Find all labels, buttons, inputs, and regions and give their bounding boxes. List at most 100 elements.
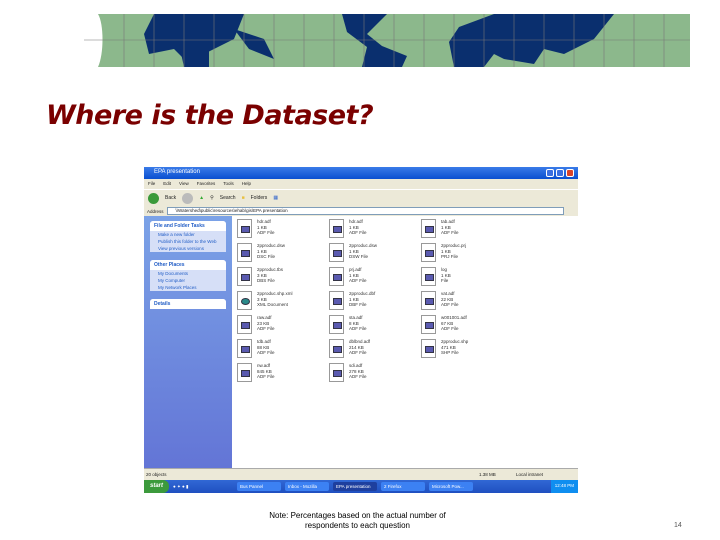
xml-file-icon [237, 291, 252, 310]
note-line-2: respondents to each question [305, 521, 410, 530]
taskbar-button-active[interactable]: EPA presentation [333, 482, 378, 491]
file-type: ADF File [257, 326, 275, 331]
file-icon [329, 315, 344, 334]
file-item[interactable]: 2pproduc.dbf 1 KB DBF File [329, 291, 419, 313]
file-item[interactable]: 2pproduc.prj 1 KB PRJ File [421, 243, 511, 265]
menu-file[interactable]: File [148, 181, 155, 187]
place-network[interactable]: My Network Places [150, 284, 226, 291]
taskbar-button[interactable]: 2 Firefox [381, 482, 426, 491]
maximize-button[interactable] [556, 169, 564, 177]
file-type: SHP File [441, 350, 459, 355]
file-name: 2pproduc.dsw [257, 243, 286, 248]
file-item[interactable]: nw.adf 845 KB ADF File [237, 363, 327, 385]
place-my-computer[interactable]: My Computer [150, 277, 226, 284]
task-publish[interactable]: Publish this folder to the Web [150, 238, 226, 245]
places-title[interactable]: Other Places [150, 260, 226, 270]
file-type: ADF File [257, 374, 275, 379]
file-icon [237, 363, 252, 382]
folders-button[interactable]: Folders [251, 195, 268, 201]
file-item[interactable]: tab.adf 1 KB ADF File [421, 219, 511, 241]
menu-favorites[interactable]: Favorites [197, 181, 216, 187]
menu-view[interactable]: View [179, 181, 189, 187]
file-item[interactable]: w001001.adf 67 KB ADF File [421, 315, 511, 337]
page-number: 14 [674, 522, 682, 529]
file-item[interactable]: dblbnd.adf 214 KB ADF File [329, 339, 419, 361]
title-bar: EPA presentation [144, 167, 578, 179]
search-icon: ⚲ [210, 195, 214, 201]
file-name: 2pproduc.prj [441, 243, 467, 248]
menu-edit[interactable]: Edit [163, 181, 171, 187]
views-icon[interactable]: ▦ [273, 195, 278, 201]
file-item[interactable]: raw.adf 23 KB ADF File [237, 315, 327, 337]
toolbar: Back ▲ ⚲ Search ■ Folders ▦ [144, 189, 578, 206]
file-item[interactable]: 2pproduc.shp 471 KB SHP File [421, 339, 511, 361]
file-icon [237, 315, 252, 334]
file-icon [329, 267, 344, 286]
footnote: Note: Percentages based on the actual nu… [250, 511, 465, 531]
address-input[interactable]: \\Watershed\public\resources\ehab\gis\EP… [166, 207, 564, 215]
file-item[interactable]: tdb.adf 88 KB ADF File [237, 339, 327, 361]
task-pane: File and Folder Tasks Make a new folder … [144, 216, 232, 468]
file-icon [329, 363, 344, 382]
details-title[interactable]: Details [150, 299, 226, 309]
task-previous-versions[interactable]: View previous versions [150, 245, 226, 252]
tasks-title[interactable]: File and Folder Tasks [150, 221, 226, 231]
file-icon [329, 339, 344, 358]
file-icon [421, 315, 436, 334]
file-folder-tasks: File and Folder Tasks Make a new folder … [150, 221, 226, 252]
file-type: ADF File [349, 350, 367, 355]
back-icon[interactable] [148, 192, 159, 204]
address-label: Address [147, 208, 164, 214]
file-item[interactable]: sdi.adf 278 KB ADF File [329, 363, 419, 385]
forward-icon[interactable] [182, 192, 194, 204]
file-icon [329, 243, 344, 262]
slide-title: Where is the Dataset? [46, 100, 374, 131]
file-icon [421, 267, 436, 286]
file-icon [237, 243, 252, 262]
file-type: ADF File [257, 350, 275, 355]
menu-help[interactable]: Help [242, 181, 251, 187]
file-name: 2pproduc.dsw [349, 243, 378, 248]
window-title: EPA presentation [154, 169, 200, 175]
details-panel: Details [150, 299, 226, 309]
file-type: ADF File [441, 326, 459, 331]
file-type: File [441, 278, 449, 283]
task-new-folder[interactable]: Make a new folder [150, 231, 226, 238]
file-item[interactable]: hdr.adf 1 KB ADF File [329, 219, 419, 241]
status-size: 1.38 MB [479, 472, 496, 477]
taskbar-button[interactable]: Microsoft Pow... [429, 482, 474, 491]
quick-launch[interactable]: ● ✦ ● ▮ [173, 484, 233, 490]
file-name: w001001.adf [441, 315, 467, 320]
file-icon [421, 243, 436, 262]
file-item[interactable]: vat.adf 22 KB ADF File [421, 291, 511, 313]
search-button[interactable]: Search [220, 195, 236, 201]
file-name: 2pproduc.shp.xml [257, 291, 293, 296]
file-icon [237, 219, 252, 238]
file-item[interactable]: sta.adf 8 KB ADF File [329, 315, 419, 337]
file-type: PRJ File [441, 254, 459, 259]
world-map-banner [84, 14, 690, 67]
file-item[interactable]: 2pproduc.dsw 1 KB DSC File [237, 243, 327, 265]
file-item[interactable]: log 1 KB File [421, 267, 511, 289]
note-line-1: Note: Percentages based on the actual nu… [269, 511, 446, 520]
address-bar: Address \\Watershed\public\resources\eha… [144, 206, 578, 216]
back-button[interactable]: Back [165, 195, 176, 201]
taskbar: start ● ✦ ● ▮ Bus Pannel Inbox - Mozilla… [144, 480, 578, 493]
file-type: ADF File [349, 278, 367, 283]
place-my-documents[interactable]: My Documents [150, 270, 226, 277]
minimize-button[interactable] [546, 169, 554, 177]
start-button[interactable]: start [144, 480, 170, 493]
taskbar-button[interactable]: Bus Pannel [237, 482, 282, 491]
file-item[interactable]: 2pproduc.tbs 3 KB DBS File [237, 267, 327, 289]
file-item[interactable]: prj.adf 1 KB ADF File [329, 267, 419, 289]
file-item[interactable]: 2pproduc.shp.xml 3 KB XML Document [237, 291, 327, 313]
up-folder-icon[interactable]: ▲ [199, 195, 204, 201]
menu-tools[interactable]: Tools [223, 181, 234, 187]
file-item[interactable]: 2pproduc.dsw 1 KB DSW File [329, 243, 419, 265]
status-bar: 20 objects 1.38 MB Local intranet [144, 468, 578, 480]
file-type: DBF File [349, 302, 367, 307]
file-item[interactable]: hdr.adf 1 KB ADF File [237, 219, 327, 241]
taskbar-button[interactable]: Inbox - Mozilla [285, 482, 330, 491]
close-button[interactable] [566, 169, 574, 177]
other-places: Other Places My Documents My Computer My… [150, 260, 226, 291]
